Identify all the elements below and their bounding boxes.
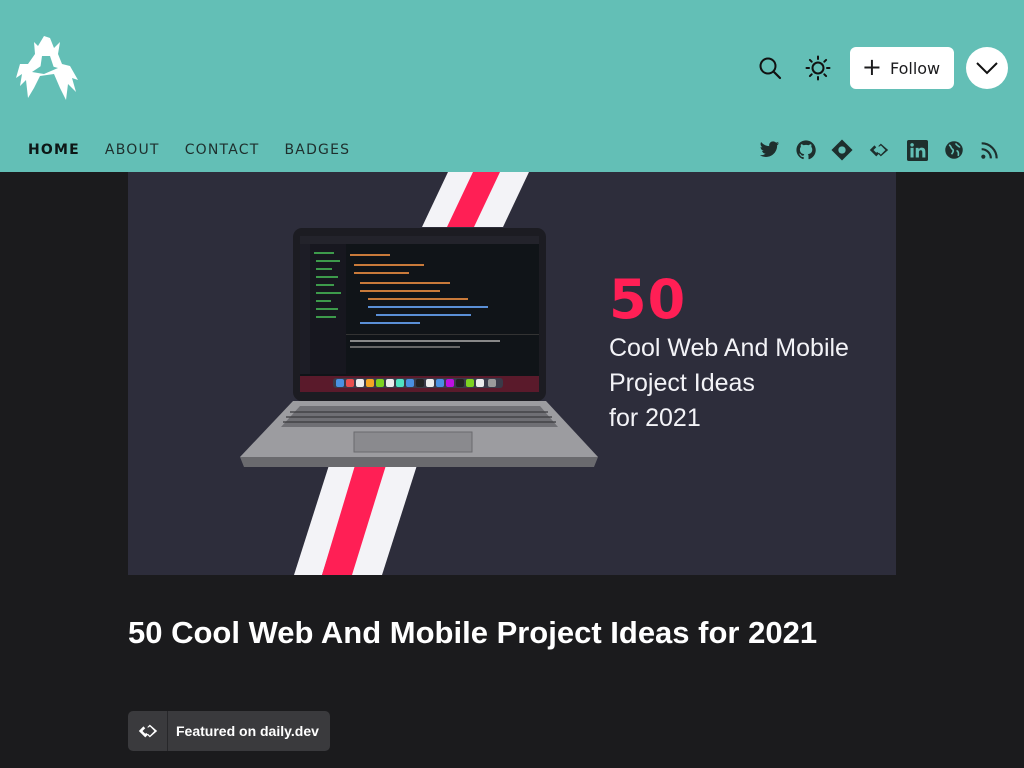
follow-label: Follow — [889, 58, 941, 78]
nav-badges[interactable]: BADGES — [284, 142, 350, 158]
cover-illustration — [240, 172, 598, 575]
search-icon[interactable] — [756, 54, 784, 82]
nav-contact[interactable]: CONTACT — [185, 142, 260, 158]
dailydev-icon — [128, 711, 168, 751]
rss-icon[interactable] — [979, 139, 1001, 161]
chevron-down-icon — [976, 62, 998, 75]
cover-line-2: Project Ideas — [609, 369, 755, 397]
cover-line-3: for 2021 — [609, 404, 701, 432]
nav-home[interactable]: HOME — [28, 142, 80, 158]
menu-dropdown-button[interactable] — [966, 47, 1008, 89]
main-nav: HOME ABOUT CONTACT BADGES — [28, 142, 375, 158]
website-globe-icon[interactable] — [943, 139, 965, 161]
dailydev-icon[interactable] — [868, 139, 890, 161]
plus-icon: + — [861, 53, 882, 81]
dailydev-featured-badge[interactable]: Featured on daily.dev — [128, 711, 330, 751]
site-header: + Follow HOME ABOUT CONTACT BADGES — [0, 0, 1024, 172]
cover-line-1: Cool Web And Mobile — [609, 334, 849, 362]
nav-about[interactable]: ABOUT — [105, 142, 160, 158]
article-title: 50 Cool Web And Mobile Project Ideas for… — [128, 615, 818, 650]
theme-toggle-sun-icon[interactable] — [804, 54, 832, 82]
follow-button[interactable]: + Follow — [850, 47, 954, 89]
twitter-icon[interactable] — [758, 139, 780, 161]
hashnode-icon[interactable] — [831, 139, 853, 161]
linkedin-icon[interactable] — [906, 139, 928, 161]
blog-logo[interactable] — [14, 34, 80, 102]
github-icon[interactable] — [795, 139, 817, 161]
cover-number: 50 — [609, 268, 687, 331]
cover-image: 50 Cool Web And Mobile Project Ideas for… — [128, 172, 896, 575]
badge-label: Featured on daily.dev — [176, 723, 319, 739]
